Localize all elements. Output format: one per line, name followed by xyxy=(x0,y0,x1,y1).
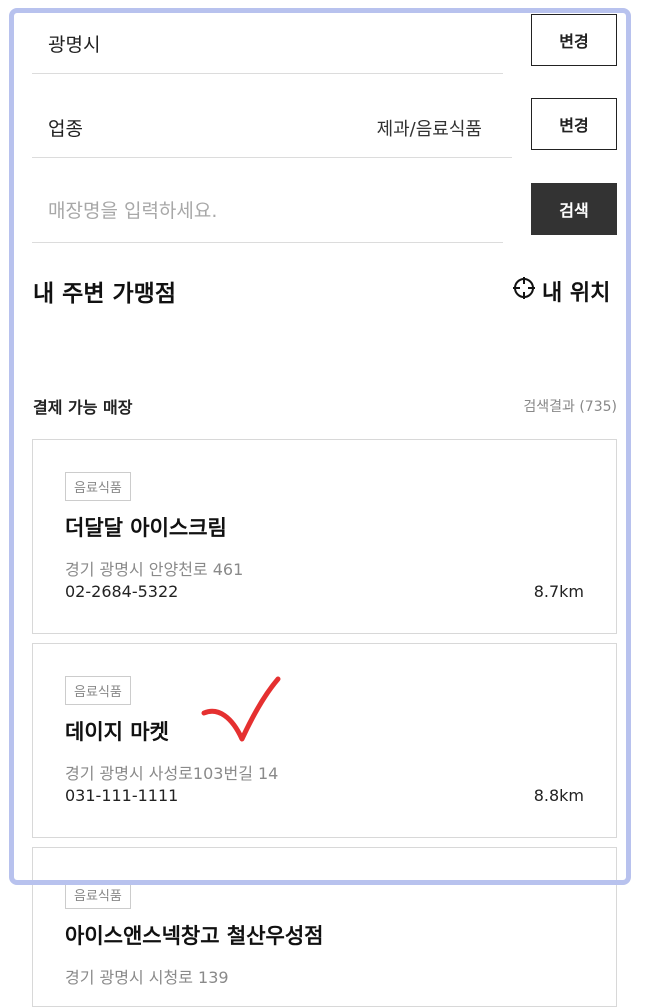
store-search-input[interactable] xyxy=(48,196,488,226)
store-phone: 02-2684-5322 xyxy=(65,582,179,601)
checkmark-annotation xyxy=(201,676,281,742)
region-label: 광명시 xyxy=(48,34,101,56)
store-address: 경기 광명시 사성로103번길 14 xyxy=(65,764,279,783)
nearby-title: 내 주변 가맹점 xyxy=(33,281,176,307)
store-address: 경기 광명시 안양천로 461 xyxy=(65,560,244,579)
category-badge: 음료식품 xyxy=(65,880,131,909)
search-button[interactable]: 검색 xyxy=(531,183,617,235)
category-change-button[interactable]: 변경 xyxy=(531,98,617,150)
category-label: 업종 xyxy=(48,118,83,140)
category-badge: 음료식품 xyxy=(65,676,131,705)
store-name: 아이스앤스넥창고 철산우성점 xyxy=(65,924,324,948)
store-name: 데이지 마켓 xyxy=(65,720,169,744)
my-location-label: 내 위치 xyxy=(542,281,611,306)
store-distance: 8.8km xyxy=(533,786,584,805)
my-location-button[interactable]: 내 위치 xyxy=(512,275,610,307)
store-name: 더달달 아이스크림 xyxy=(65,516,227,540)
payable-stores-title: 결제 가능 매장 xyxy=(33,398,133,417)
store-card[interactable]: 음료식품 더달달 아이스크림 경기 광명시 안양천로 461 02-2684-5… xyxy=(32,439,617,634)
category-badge: 음료식품 xyxy=(65,472,131,501)
category-row: 업종 제과/음료식품 xyxy=(32,95,512,158)
category-value: 제과/음료식품 xyxy=(376,119,482,140)
region-row: 광명시 xyxy=(32,10,503,74)
search-result-count: 검색결과 (735) xyxy=(523,399,617,415)
store-card[interactable]: 음료식품 아이스앤스넥창고 철산우성점 경기 광명시 시청로 139 xyxy=(32,847,617,1007)
crosshair-icon xyxy=(512,276,536,306)
store-address: 경기 광명시 시청로 139 xyxy=(65,968,229,987)
store-phone: 031-111-1111 xyxy=(65,786,179,805)
store-distance: 8.7km xyxy=(533,582,584,601)
store-card[interactable]: 음료식품 데이지 마켓 경기 광명시 사성로103번길 14 031-111-1… xyxy=(32,643,617,838)
region-change-button[interactable]: 변경 xyxy=(531,14,617,66)
